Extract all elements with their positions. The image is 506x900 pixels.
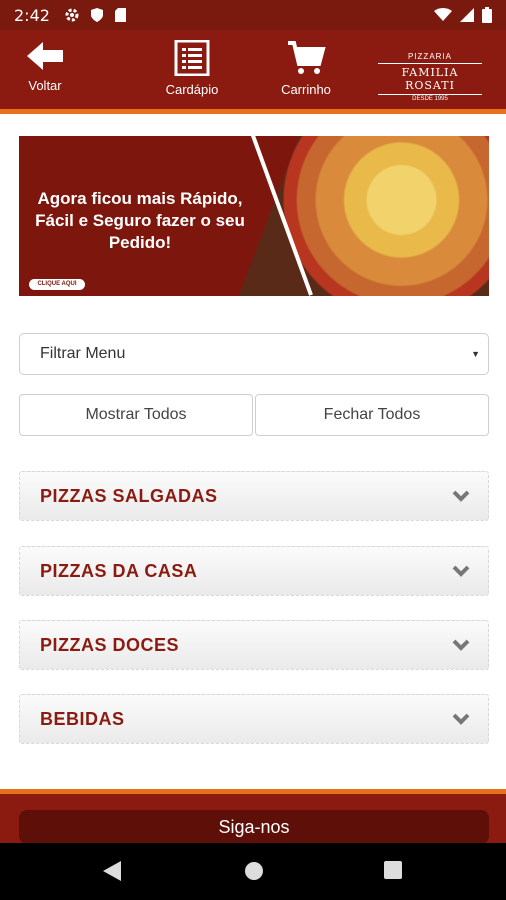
nav-home-icon[interactable] — [244, 861, 264, 881]
sd-card-icon — [114, 8, 126, 22]
nav-recents-icon[interactable] — [384, 861, 402, 879]
cart-button[interactable]: Carrinho — [274, 40, 338, 97]
category-bebidas[interactable]: BEBIDAS — [19, 694, 489, 744]
category-name: BEBIDAS — [40, 708, 125, 729]
show-all-button[interactable]: Mostrar Todos — [19, 394, 253, 436]
category-name: PIZZAS DOCES — [40, 634, 180, 655]
category-name: PIZZAS DA CASA — [40, 560, 198, 581]
menu-list-icon — [174, 40, 210, 76]
app-header: Voltar Cardápio Carrinho PIZZARIA FAMILI… — [0, 30, 506, 114]
filter-menu-value: Filtrar Menu — [40, 345, 126, 362]
logo-line2: FAMILIA ROSATI — [378, 63, 482, 95]
chevron-down-icon — [452, 490, 470, 502]
banner-cta-button[interactable]: CLIQUE AQUI — [29, 279, 85, 290]
battery-icon — [482, 7, 492, 23]
toggle-buttons: Mostrar Todos Fechar Todos — [19, 394, 489, 436]
chevron-down-icon — [452, 713, 470, 725]
logo-line1: PIZZARIA — [407, 52, 452, 61]
cart-icon — [288, 41, 326, 74]
brand-logo: PIZZARIA FAMILIA ROSATI DESDE 1995 — [378, 52, 482, 102]
category-pizzas-salgadas[interactable]: PIZZAS SALGADAS — [19, 471, 489, 521]
menu-button[interactable]: Cardápio — [160, 40, 224, 97]
footer: Siga-nos — [0, 789, 506, 844]
signal-icon — [460, 8, 474, 22]
category-pizzas-doces[interactable]: PIZZAS DOCES — [19, 620, 489, 670]
cart-label: Carrinho — [281, 82, 331, 97]
chevron-down-icon — [452, 639, 470, 651]
status-time: 2:42 — [14, 5, 50, 25]
banner-text: Agora ficou mais Rápido, Fácil e Seguro … — [35, 189, 245, 252]
menu-label: Cardápio — [165, 82, 219, 97]
category-pizzas-da-casa[interactable]: PIZZAS DA CASA — [19, 546, 489, 596]
follow-us-button[interactable]: Siga-nos — [19, 810, 489, 844]
filter-menu-select[interactable]: Filtrar Menu ▼ — [19, 333, 489, 375]
shield-icon — [90, 8, 103, 22]
back-label: Voltar — [28, 78, 62, 93]
chevron-down-icon — [452, 565, 470, 577]
arrow-left-icon — [27, 42, 63, 70]
promo-banner[interactable]: Agora ficou mais Rápido, Fácil e Seguro … — [19, 136, 489, 296]
category-name: PIZZAS SALGADAS — [40, 485, 218, 506]
system-nav-bar — [0, 843, 506, 900]
logo-line3: DESDE 1995 — [412, 96, 448, 102]
dropdown-caret-icon: ▼ — [471, 349, 480, 359]
wifi-icon — [434, 8, 452, 21]
settings-icon — [65, 8, 79, 22]
back-button[interactable]: Voltar — [20, 40, 70, 93]
close-all-button[interactable]: Fechar Todos — [255, 394, 489, 436]
status-bar: 2:42 — [0, 0, 506, 30]
nav-back-icon[interactable] — [103, 861, 121, 881]
